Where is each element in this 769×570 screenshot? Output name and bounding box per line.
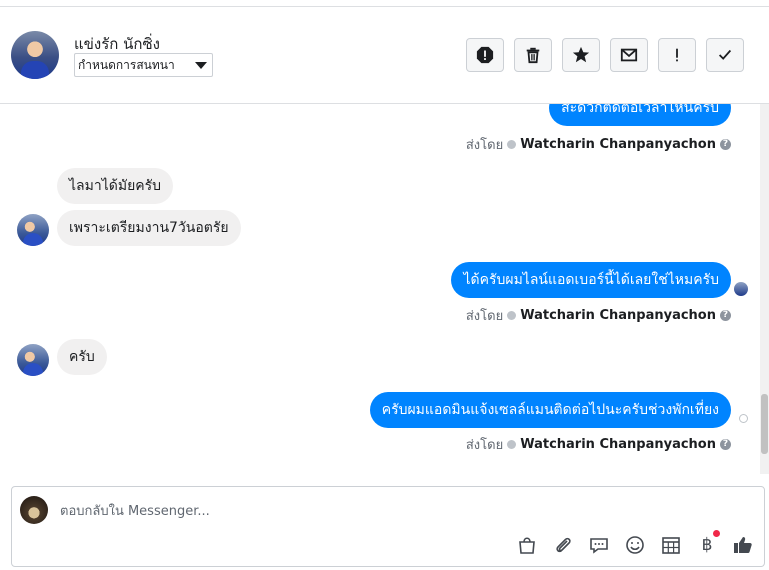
star-button[interactable] xyxy=(562,38,600,72)
top-border xyxy=(0,0,769,7)
calendar-grid-icon xyxy=(662,537,680,554)
message-bubble-incoming[interactable]: ไลมาได้มัยครับ xyxy=(57,168,174,204)
sent-by-line: ส่งโดย Watcharin Chanpanyachon ? xyxy=(466,434,731,455)
message-thread[interactable]: สะดวกติดต่อเวลาไหนครับ ส่งโดย Watcharin … xyxy=(0,104,760,474)
chat-bubble-icon xyxy=(590,538,608,554)
spam-alert-icon xyxy=(476,46,494,64)
contact-avatar[interactable] xyxy=(11,31,59,79)
contact-avatar-small xyxy=(17,214,49,246)
baht-icon: ฿ xyxy=(701,535,713,555)
like-button[interactable] xyxy=(732,534,754,556)
check-circle-icon xyxy=(507,311,517,320)
smiley-icon xyxy=(626,536,644,554)
conversation-settings-label: กำหนดการสนทนา xyxy=(78,58,175,72)
star-icon xyxy=(572,46,590,63)
checkmark-icon xyxy=(718,49,732,60)
delete-button[interactable] xyxy=(514,38,552,72)
conversation-header: แข่งรัก นักซิ่ง กำหนดการสนทนา xyxy=(0,7,769,104)
sent-by-line: ส่งโดย Watcharin Chanpanyachon ? xyxy=(466,305,731,326)
check-circle-icon xyxy=(507,440,517,449)
reply-input[interactable] xyxy=(60,501,660,521)
trash-icon xyxy=(526,47,540,64)
message-bubble-outgoing[interactable]: ได้ครับผมไลน์แอดเบอร์นี้ได้เลยใช่ไหมครับ xyxy=(451,262,731,298)
payment-button[interactable]: ฿ xyxy=(696,534,718,556)
page-avatar xyxy=(20,496,48,524)
sender-name[interactable]: Watcharin Chanpanyachon xyxy=(520,137,716,152)
mark-unread-button[interactable] xyxy=(610,38,648,72)
sender-name[interactable]: Watcharin Chanpanyachon xyxy=(520,308,716,323)
attach-button[interactable] xyxy=(552,534,574,556)
sent-by-label: ส่งโดย xyxy=(465,309,504,324)
sender-name[interactable]: Watcharin Chanpanyachon xyxy=(520,437,716,452)
emoji-button[interactable] xyxy=(624,534,646,556)
saved-replies-button[interactable] xyxy=(588,534,610,556)
mark-spam-button[interactable] xyxy=(466,38,504,72)
follow-up-button[interactable] xyxy=(658,38,696,72)
sent-by-line: ส่งโดย Watcharin Chanpanyachon ? xyxy=(466,134,731,155)
help-icon[interactable]: ? xyxy=(720,310,731,321)
help-icon[interactable]: ? xyxy=(720,439,731,450)
mark-done-button[interactable] xyxy=(706,38,744,72)
shopping-bag-icon xyxy=(519,537,535,554)
help-icon[interactable]: ? xyxy=(720,139,731,150)
message-bubble-incoming[interactable]: เพราะเตรียมงาน7วันอตรัย xyxy=(57,210,241,246)
paperclip-icon xyxy=(556,537,571,553)
notification-dot xyxy=(713,530,720,537)
message-bubble-outgoing[interactable]: สะดวกติดต่อเวลาไหนครับ xyxy=(549,104,731,126)
envelope-icon xyxy=(620,48,638,62)
scrollbar-thumb[interactable] xyxy=(761,394,768,454)
sent-by-label: ส่งโดย xyxy=(465,138,504,153)
shop-button[interactable] xyxy=(516,534,538,556)
contact-avatar-small xyxy=(17,344,49,376)
message-bubble-incoming[interactable]: ครับ xyxy=(57,339,107,375)
check-circle-icon xyxy=(507,140,517,149)
delivered-icon xyxy=(739,414,748,423)
seen-avatar xyxy=(734,282,748,296)
thumbs-up-icon xyxy=(734,537,752,553)
sent-by-label: ส่งโดย xyxy=(465,438,504,453)
exclamation-icon xyxy=(676,48,678,62)
caret-down-icon xyxy=(195,62,207,69)
conversation-settings-select[interactable]: กำหนดการสนทนา xyxy=(74,53,213,77)
thread-scrollbar[interactable] xyxy=(760,104,769,474)
message-bubble-outgoing[interactable]: ครับผมแอดมินแจ้งเซลล์แมนติดต่อไปนะครับช่… xyxy=(369,392,731,428)
appointment-button[interactable] xyxy=(660,534,682,556)
composer: ฿ xyxy=(11,486,765,567)
